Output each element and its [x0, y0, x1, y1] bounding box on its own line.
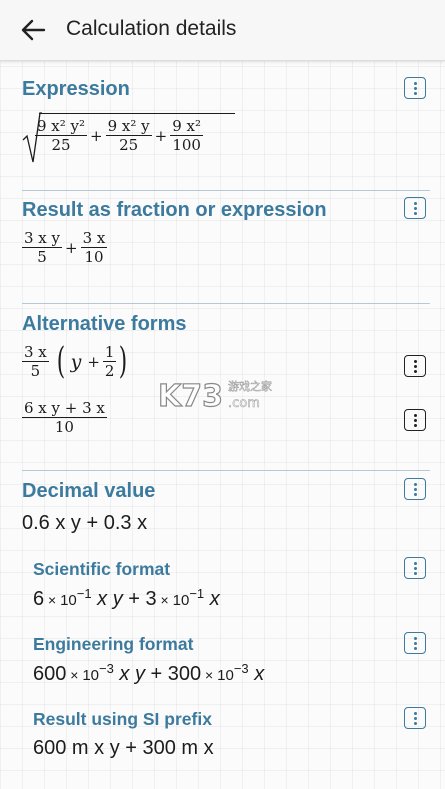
si-prefix-menu-button[interactable]	[404, 707, 426, 729]
app-bar: Calculation details	[0, 0, 445, 61]
svg-text:游戏之家: 游戏之家	[228, 379, 272, 393]
expression-title: Expression	[22, 78, 130, 100]
decimal-value-menu-button[interactable]	[404, 478, 426, 500]
expression-menu-button[interactable]	[404, 77, 426, 99]
fraction: 9 x² y 25	[105, 117, 152, 155]
expression-math: 9 x² y² 25 +9 x² y 25 +9 x² 100	[22, 108, 235, 168]
fraction: 6 x y + 3 x 10	[22, 399, 107, 437]
page-title: Calculation details	[66, 17, 237, 40]
alternative-forms-title: Alternative forms	[22, 313, 187, 335]
decimal-value: 0.6 x y + 0.3 x	[22, 512, 148, 534]
fraction: 3 x 10	[80, 229, 108, 267]
result-math: 3 x y 5 +3 x 10	[22, 229, 108, 267]
fraction: 9 x² y² 25	[35, 117, 88, 155]
engineering-format-title: Engineering format	[33, 634, 194, 654]
fraction: 3 x y5	[22, 229, 63, 267]
divider	[22, 470, 430, 471]
engineering-format-value: 600 × 10−3 x y + 300 × 10−3 x	[33, 661, 265, 686]
fraction: 3 x5	[22, 343, 49, 381]
alternative-form-1: 3 x5 (y +1 2)	[22, 341, 128, 383]
watermark-logo: K73 游戏之家 .com	[157, 372, 288, 416]
fraction: 12	[102, 343, 117, 381]
si-prefix-value: 600 m x y + 300 m x	[33, 737, 214, 759]
engineering-format-menu-button[interactable]	[404, 632, 426, 654]
fraction: 9 x² 100	[170, 117, 204, 155]
divider	[22, 190, 430, 191]
scientific-format-menu-button[interactable]	[404, 557, 426, 579]
si-prefix-title: Result using SI prefix	[33, 709, 212, 729]
alternative-form-1-menu-button[interactable]	[404, 355, 426, 377]
scientific-format-title: Scientific format	[33, 559, 171, 579]
svg-text:.com: .com	[228, 396, 260, 411]
alternative-form-2: 6 x y + 3 x 10	[22, 399, 107, 437]
decimal-value-title: Decimal value	[22, 480, 156, 502]
svg-text:K73: K73	[158, 379, 223, 414]
result-menu-button[interactable]	[404, 197, 426, 219]
back-arrow-icon[interactable]	[18, 16, 48, 44]
scientific-format-value: 6 × 10−1 x y + 3 × 10−1 x	[33, 586, 220, 611]
result-title: Result as fraction or expression	[22, 199, 327, 221]
alternative-form-2-menu-button[interactable]	[404, 409, 426, 431]
divider	[22, 303, 430, 304]
